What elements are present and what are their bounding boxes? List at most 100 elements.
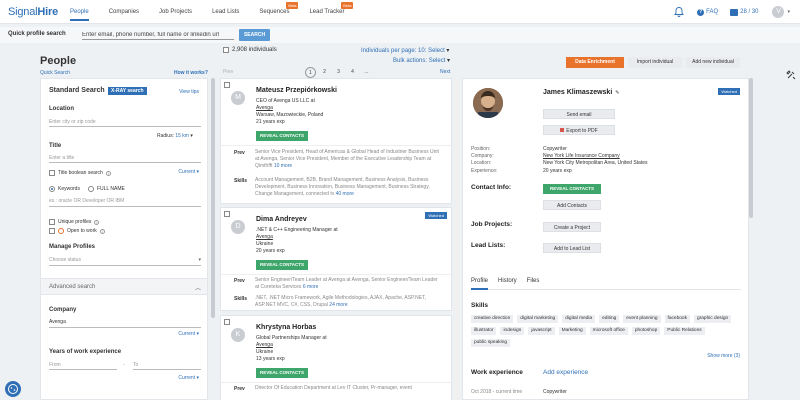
nav-job-projects[interactable]: Job Projects [159,9,192,15]
quick-search-button[interactable]: SEARCH [239,29,270,41]
cookie-settings-icon[interactable] [5,381,21,397]
company-current-selector[interactable]: Current ▾ [178,331,199,337]
advanced-search-header[interactable]: Advanced search ︿ [41,278,207,295]
bulk-actions-selector[interactable]: Bulk actions: Select ▾ [393,57,450,64]
skill-chip: Marketing [558,327,586,335]
list-item[interactable]: K Khrystyna Horbas Global Partnerships M… [220,315,452,400]
add-contacts-button[interactable]: Add Contacts [543,200,601,210]
work-experience-title: Copywriter [543,389,567,395]
list-item[interactable]: M Mateusz Przepiórkowski CEO of Avenga U… [220,78,452,204]
info-icon[interactable]: i [99,228,105,234]
location-input[interactable] [49,117,201,127]
nav-lead-tracker[interactable]: Lead Tracker Beta [309,2,354,15]
unique-profiles-row[interactable]: Unique profiles i [49,219,100,225]
nav-people[interactable]: People [70,9,89,21]
radius-selector[interactable]: Radius: 15 km ▾ [157,133,193,139]
faq-link[interactable]: ? FAQ [697,8,718,16]
user-avatar[interactable]: V [772,6,785,18]
unique-profiles-checkbox[interactable] [49,219,55,225]
page-1[interactable]: 1 [305,67,316,78]
bell-icon[interactable] [673,6,685,18]
quick-profile-input[interactable] [82,30,234,40]
row-checkbox[interactable] [224,319,230,325]
title-current-selector[interactable]: Current ▾ [178,169,199,175]
sidebar-scrollbar[interactable] [211,78,215,318]
list-item[interactable]: Watched D Dima Andreyev .NET & C++ Engin… [220,207,452,311]
quick-search-link[interactable]: Quick Search [40,70,70,76]
how-it-works-link[interactable]: How it works? [174,70,208,76]
page-2[interactable]: 2 [319,67,330,78]
person-company-link[interactable]: Avenga [256,105,273,111]
chevron-up-icon[interactable]: ︿ [195,283,201,292]
experience-from-input[interactable]: From [49,362,117,370]
chevron-down-icon[interactable]: ▾ [787,9,790,15]
prev-page-link[interactable]: Prev [223,69,233,75]
full-name-radio[interactable] [87,186,94,192]
reveal-contacts-button[interactable]: REVEAL CONTACTS [256,368,308,378]
pencil-icon[interactable]: ✎ [615,90,619,96]
page-3[interactable]: 3 [333,67,344,78]
person-name[interactable]: Dima Andreyev [256,216,307,223]
open-to-work-checkbox[interactable] [49,228,55,234]
choose-status-select[interactable]: Choose status [49,257,201,266]
info-icon[interactable]: i [105,170,111,176]
add-new-individual-button[interactable]: Add new individual [686,57,740,68]
person-company-link[interactable]: Avenga [256,342,273,348]
reveal-contacts-button[interactable]: REVEAL CONTACTS [543,184,601,194]
signalhire-logo[interactable]: SignalHire [8,6,58,18]
nav-sequences[interactable]: Sequences Beta [259,2,299,15]
person-name[interactable]: Mateusz Przepiórkowski [256,87,337,94]
row-checkbox[interactable] [224,82,230,88]
per-page-value: Select [428,48,445,54]
reveal-contacts-button[interactable]: REVEAL CONTACTS [256,260,308,270]
page-4[interactable]: 4 [347,67,358,78]
send-email-button[interactable]: Send email [543,109,615,119]
credits-counter[interactable]: 28 / 30 [730,8,758,16]
person-name[interactable]: Khrystyna Horbas [256,324,316,331]
create-project-button[interactable]: Create a Project [543,222,601,232]
next-page-link[interactable]: Next [440,69,450,75]
experience-current-selector[interactable]: Current ▾ [178,375,199,381]
prev-more-link[interactable]: 10 more [274,163,292,169]
title-input[interactable] [49,153,201,163]
per-page-selector[interactable]: Individuals per page: 10: Select ▾ [361,47,449,54]
skills-more-link[interactable]: 40 more [336,191,354,197]
company-input[interactable]: Avenga [49,319,201,328]
tab-profile[interactable]: Profile [471,278,489,290]
show-more-skills-link[interactable]: Show more (3) [707,353,740,359]
keywords-input[interactable]: ex.: oracle OR Developer OR IBM [49,198,201,207]
add-to-lead-list-button[interactable]: Add to Lead List [543,243,601,253]
select-all-checkbox[interactable] [223,47,229,53]
person-company-link[interactable]: Avenga [256,234,273,240]
open-to-work-row[interactable]: Open to work i [49,228,105,234]
top-right-controls: ? FAQ 28 / 30 V ▾ [673,6,790,18]
results-scrollbar[interactable] [455,78,459,400]
toolbox-icon[interactable] [786,70,796,80]
skills-more-link[interactable]: 24 more [329,302,347,308]
info-icon[interactable]: i [94,219,100,225]
person-location: Ukraine [256,349,274,355]
reveal-contacts-button[interactable]: REVEAL CONTACTS [256,131,308,141]
detail-scrollbar[interactable] [749,78,753,218]
page-ellipsis[interactable]: ... [361,67,372,78]
import-individual-button[interactable]: Import individual [628,57,682,68]
skill-chip: graphic design [693,315,732,323]
view-tips-link[interactable]: View tips [179,89,199,95]
prev-more-link[interactable]: 6 more [303,284,319,290]
export-pdf-button[interactable]: Export to PDF [543,125,615,135]
page-title: People [40,55,77,67]
data-enrichment-button[interactable]: Data Enrichment [566,57,624,68]
nav-lead-lists[interactable]: Lead Lists [212,9,239,15]
xray-search-button[interactable]: X-RAY search [108,87,147,95]
tab-history[interactable]: History [498,278,517,289]
title-boolean-row[interactable]: Title boolean search i [49,170,111,176]
title-boolean-checkbox[interactable] [49,170,55,176]
add-experience-link[interactable]: Add experience [543,369,588,376]
row-checkbox[interactable] [224,211,230,217]
profile-tabs: Profile History Files [471,278,741,290]
tab-files[interactable]: Files [527,278,540,289]
nav-companies[interactable]: Companies [109,9,139,15]
keywords-radio[interactable] [49,186,55,192]
experience-to-input[interactable]: To [133,362,201,370]
company-link[interactable]: New York Life Insurance Company [543,153,620,159]
